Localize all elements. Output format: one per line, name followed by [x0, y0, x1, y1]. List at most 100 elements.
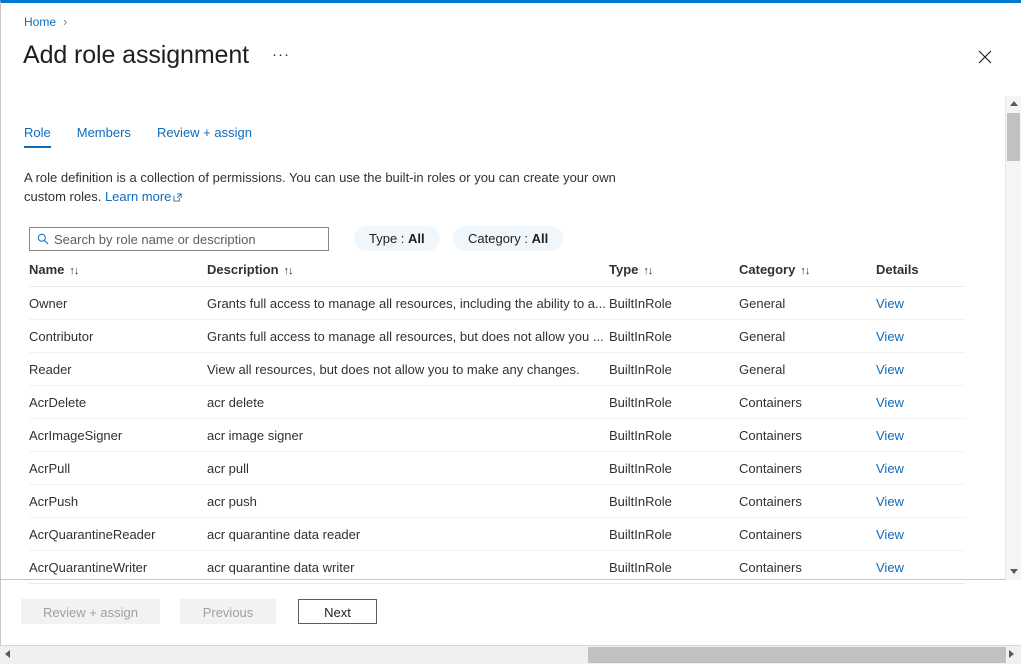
cell-details: View [876, 485, 965, 518]
cell-description: acr image signer [207, 419, 609, 452]
footer-divider [1, 579, 1006, 580]
view-details-link[interactable]: View [876, 395, 904, 410]
cell-description: acr pull [207, 452, 609, 485]
close-button[interactable] [971, 43, 999, 71]
cell-name: Contributor [29, 320, 207, 353]
horizontal-scrollbar-thumb[interactable] [588, 647, 1006, 663]
cell-name: AcrPush [29, 485, 207, 518]
previous-button[interactable]: Previous [180, 599, 276, 624]
cell-details: View [876, 386, 965, 419]
table-row[interactable]: AcrImageSigner acr image signer BuiltInR… [29, 419, 965, 452]
view-details-link[interactable]: View [876, 362, 904, 377]
add-role-assignment-blade: Home› Add role assignment ··· Role Membe… [0, 0, 1021, 664]
tab-role[interactable]: Role [24, 124, 51, 148]
cell-description: View all resources, but does not allow y… [207, 353, 609, 386]
more-options-button[interactable]: ··· [270, 45, 292, 67]
cell-type: BuiltInRole [609, 485, 739, 518]
tab-review-assign-label: Review + assign [157, 125, 252, 140]
learn-more-label: Learn more [105, 189, 171, 204]
close-icon [971, 50, 999, 64]
column-header-category[interactable]: Category ↑↓ [739, 262, 876, 287]
review-assign-button[interactable]: Review + assign [21, 599, 160, 624]
sort-icon: ↑↓ [69, 265, 78, 277]
scroll-up-arrow-icon[interactable] [1006, 96, 1021, 112]
table-row[interactable]: Owner Grants full access to manage all r… [29, 287, 965, 320]
column-header-description-label: Description [207, 262, 279, 277]
roles-table: Name ↑↓ Description ↑↓ Type↑↓ Category ↑↓ D… [29, 262, 965, 584]
tab-members[interactable]: Members [77, 124, 131, 148]
cell-name: Owner [29, 287, 207, 320]
sort-icon: ↑↓ [800, 265, 809, 277]
search-input[interactable]: Search by role name or description [29, 227, 329, 251]
view-details-link[interactable]: View [876, 560, 904, 575]
cell-description: acr delete [207, 386, 609, 419]
cell-type: BuiltInRole [609, 518, 739, 551]
role-description: A role definition is a collection of per… [24, 168, 636, 207]
filter-category-label: Category : [468, 231, 528, 246]
filter-type-label: Type : [369, 231, 404, 246]
view-details-link[interactable]: View [876, 461, 904, 476]
view-details-link[interactable]: View [876, 329, 904, 344]
scroll-right-arrow-icon[interactable] [1005, 646, 1021, 664]
column-header-category-label: Category [739, 262, 795, 277]
column-header-name[interactable]: Name ↑↓ [29, 262, 207, 287]
cell-description: acr push [207, 485, 609, 518]
table-row[interactable]: AcrPull acr pull BuiltInRole Containers … [29, 452, 965, 485]
cell-details: View [876, 518, 965, 551]
external-link-icon [173, 188, 182, 207]
column-header-type[interactable]: Type↑↓ [609, 262, 739, 287]
search-placeholder: Search by role name or description [54, 232, 256, 247]
next-button[interactable]: Next [298, 599, 377, 624]
scroll-left-arrow-icon[interactable] [0, 646, 16, 664]
cell-details: View [876, 320, 965, 353]
cell-name: AcrPull [29, 452, 207, 485]
cell-category: Containers [739, 386, 876, 419]
view-details-link[interactable]: View [876, 527, 904, 542]
cell-description: Grants full access to manage all resourc… [207, 287, 609, 320]
content-vertical-scrollbar[interactable] [1005, 96, 1021, 580]
breadcrumb: Home› [24, 14, 67, 30]
cell-name: Reader [29, 353, 207, 386]
view-details-link[interactable]: View [876, 428, 904, 443]
table-row[interactable]: AcrDelete acr delete BuiltInRole Contain… [29, 386, 965, 419]
cell-category: Containers [739, 419, 876, 452]
view-details-link[interactable]: View [876, 494, 904, 509]
search-icon [37, 233, 49, 245]
cell-name: AcrDelete [29, 386, 207, 419]
cell-type: BuiltInRole [609, 386, 739, 419]
filter-type-value: All [408, 231, 425, 246]
table-row[interactable]: Reader View all resources, but does not … [29, 353, 965, 386]
cell-details: View [876, 287, 965, 320]
filter-type[interactable]: Type : All [354, 226, 440, 251]
table-row[interactable]: AcrPush acr push BuiltInRole Containers … [29, 485, 965, 518]
breadcrumb-item-home[interactable]: Home [24, 15, 56, 29]
table-row[interactable]: AcrQuarantineReader acr quarantine data … [29, 518, 965, 551]
sort-icon: ↑↓ [284, 265, 293, 277]
tab-review-assign[interactable]: Review + assign [157, 124, 252, 148]
column-header-details-label: Details [876, 262, 919, 277]
column-header-details: Details [876, 262, 965, 287]
roles-table-body: Owner Grants full access to manage all r… [29, 287, 965, 584]
roles-table-header: Name ↑↓ Description ↑↓ Type↑↓ Category ↑↓ D… [29, 262, 965, 287]
cell-type: BuiltInRole [609, 419, 739, 452]
cell-category: Containers [739, 485, 876, 518]
tab-role-label: Role [24, 125, 51, 140]
filter-category[interactable]: Category : All [453, 226, 563, 251]
filter-category-value: All [532, 231, 549, 246]
cell-name: AcrQuarantineReader [29, 518, 207, 551]
cell-type: BuiltInRole [609, 320, 739, 353]
cell-name: AcrImageSigner [29, 419, 207, 452]
column-header-type-label: Type [609, 262, 638, 277]
scroll-down-arrow-icon[interactable] [1006, 564, 1021, 580]
page-horizontal-scrollbar[interactable] [0, 645, 1021, 664]
tab-members-label: Members [77, 125, 131, 140]
column-header-description[interactable]: Description ↑↓ [207, 262, 609, 287]
table-row[interactable]: Contributor Grants full access to manage… [29, 320, 965, 353]
cell-type: BuiltInRole [609, 452, 739, 485]
vertical-scrollbar-thumb[interactable] [1007, 113, 1020, 161]
view-details-link[interactable]: View [876, 296, 904, 311]
wizard-tabs: Role Members Review + assign [24, 124, 278, 150]
learn-more-link[interactable]: Learn more [105, 189, 182, 204]
column-header-name-label: Name [29, 262, 64, 277]
cell-type: BuiltInRole [609, 287, 739, 320]
